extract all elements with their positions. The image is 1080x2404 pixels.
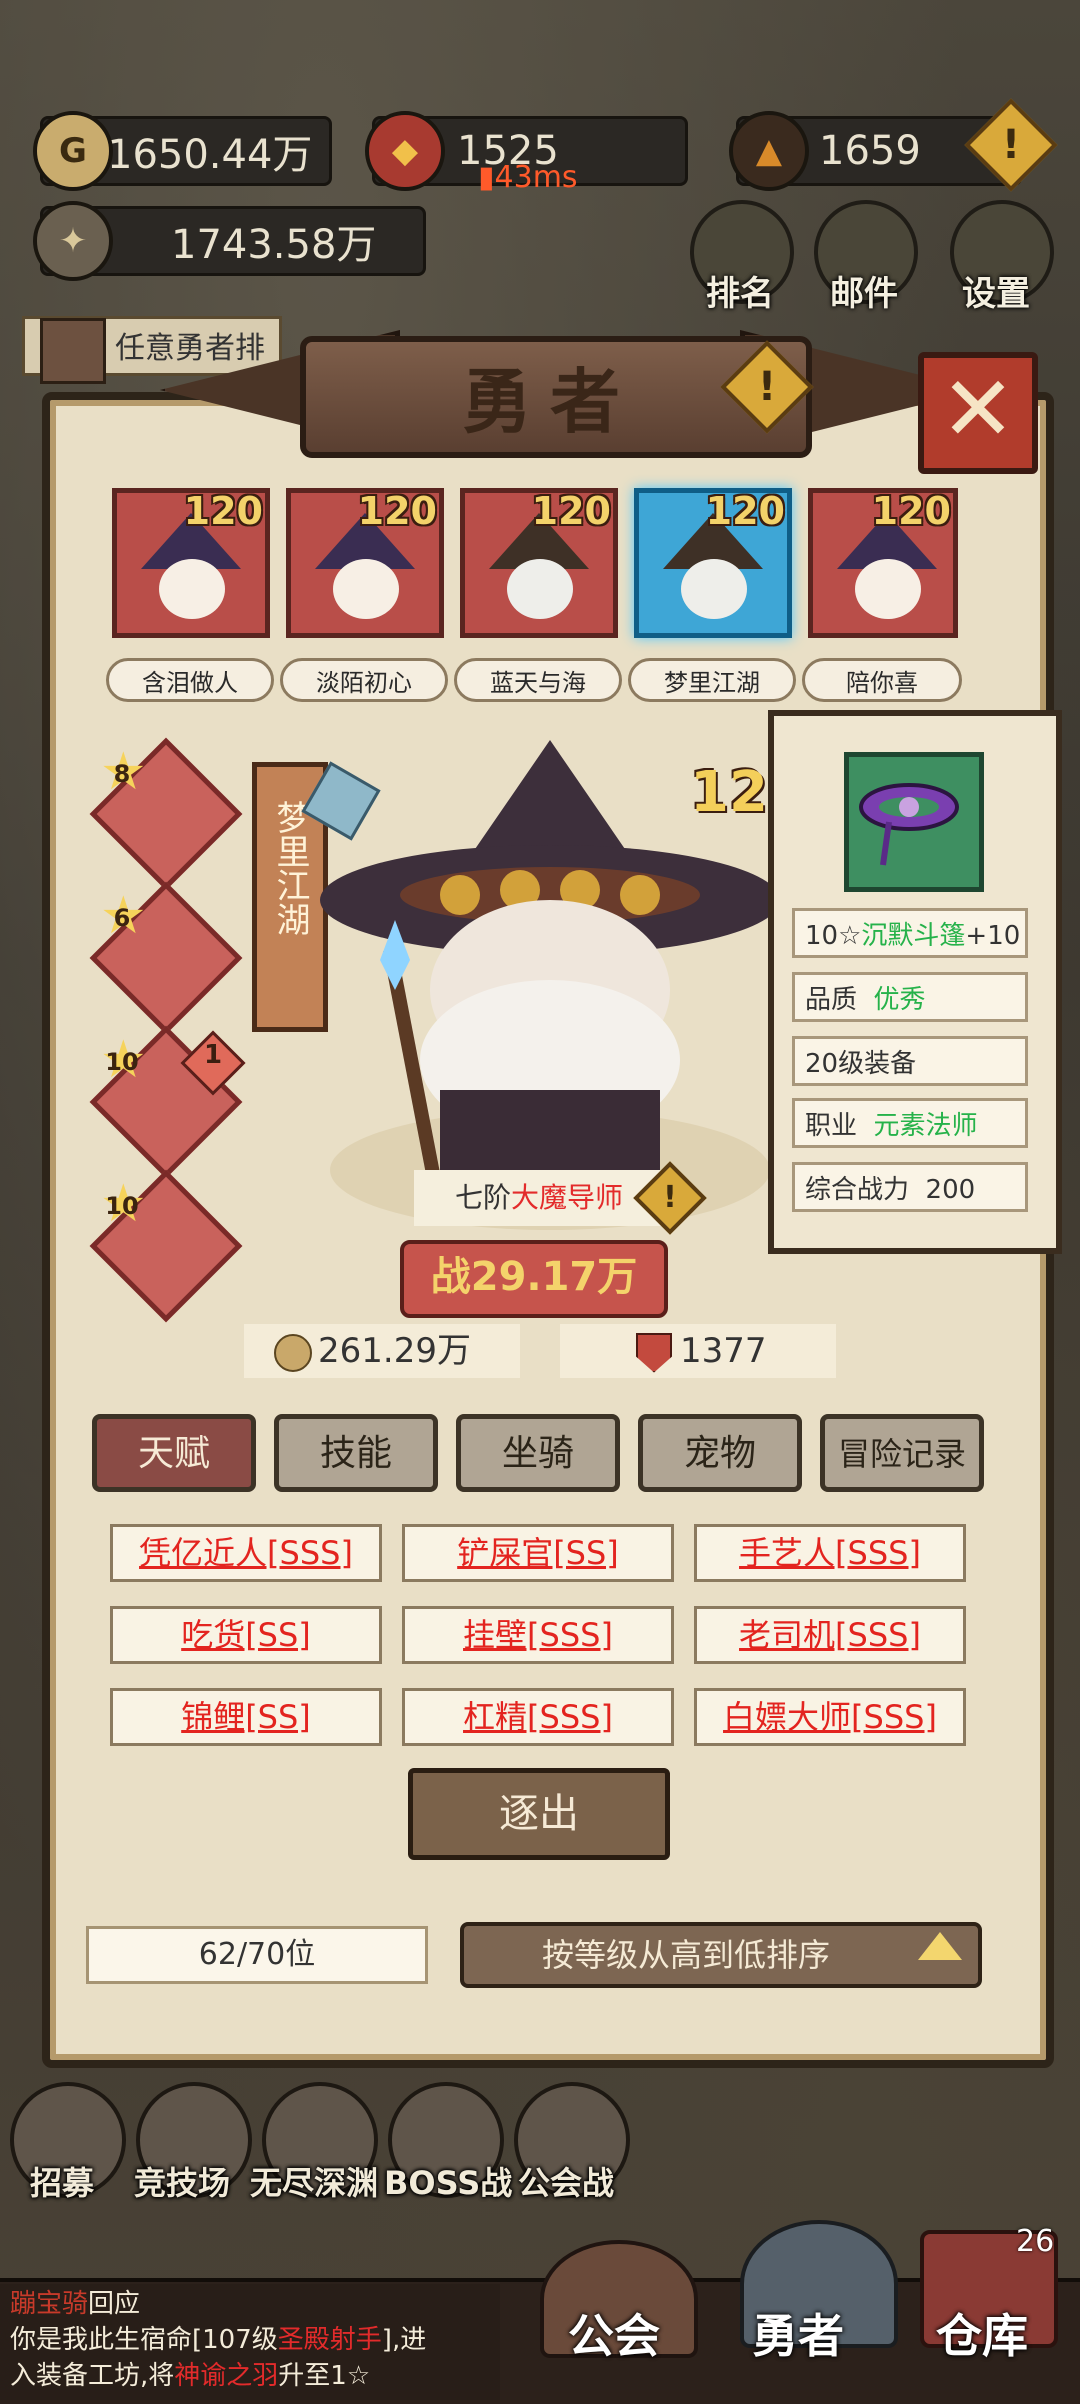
hero-name[interactable]: 淡陌初心 — [280, 658, 448, 702]
equip-stars: 6 — [113, 904, 131, 932]
sword-shield-icon — [40, 318, 106, 384]
selected-hero-level: 12 — [690, 760, 768, 825]
trait-item[interactable]: 锦鲤[SS] — [110, 1688, 382, 1746]
recruit-label[interactable]: 招募 — [30, 2158, 94, 2204]
trait-item[interactable]: 杠精[SSS] — [402, 1688, 674, 1746]
mail-label[interactable]: 邮件 — [830, 266, 898, 315]
item-level: 20级装备 — [792, 1036, 1028, 1086]
expel-button[interactable]: 逐出 — [408, 1768, 670, 1860]
belt-icon — [859, 783, 959, 866]
tab-skill[interactable]: 技能 — [274, 1414, 438, 1492]
chat-message[interactable]: 蹦宝骑回应 你是我此生宿命[107级圣殿射手],进 入装备工坊,将神谕之羽升至1… — [0, 2284, 500, 2400]
hero-card[interactable]: 120 — [808, 488, 958, 638]
trait-item[interactable]: 挂壁[SSS] — [402, 1606, 674, 1664]
item-quality: 品质 优秀 — [792, 972, 1028, 1022]
laurel-icon: ✦ — [33, 201, 113, 281]
hero-honor-stat: 1377 — [560, 1324, 836, 1378]
hero-card[interactable]: 120 — [112, 488, 270, 638]
ping-indicator: ▮43ms — [478, 160, 578, 195]
trait-item[interactable]: 凭亿近人[SSS] — [110, 1524, 382, 1582]
trait-item[interactable]: 白嫖大师[SSS] — [694, 1688, 966, 1746]
hero-portrait — [681, 559, 747, 619]
total-power-bar: ✦ 1743.58万 — [33, 201, 426, 281]
signal-icon: ▮ — [478, 160, 495, 195]
hero-level: 120 — [871, 489, 951, 533]
hero-gold-stat: 261.29万 — [244, 1324, 520, 1378]
hero-name[interactable]: 蓝天与海 — [454, 658, 622, 702]
upgrade-badge-count: 1 — [203, 1040, 223, 1070]
hero-portrait — [159, 559, 225, 619]
hero-name-vertical: 梦里江湖 — [270, 800, 310, 936]
equip-stars: 10 — [105, 1192, 139, 1220]
nav-warehouse[interactable]: 仓库 — [936, 2300, 1028, 2366]
boss-label[interactable]: BOSS战 — [384, 2158, 512, 2204]
tab-adventure-log[interactable]: 冒险记录 — [820, 1414, 984, 1492]
hero-level: 120 — [705, 489, 785, 533]
arrow-up-icon — [918, 1932, 962, 1960]
hero-rank: 七阶大魔导师 — [414, 1170, 664, 1226]
rank-label[interactable]: 排名 — [706, 266, 774, 315]
trait-item[interactable]: 铲屎官[SS] — [402, 1524, 674, 1582]
settings-label[interactable]: 设置 — [962, 266, 1030, 315]
hero-card[interactable]: 120 — [460, 488, 618, 638]
hero-name[interactable]: 梦里江湖 — [628, 658, 796, 702]
hero-card[interactable]: 120 — [286, 488, 444, 638]
warehouse-badge: 26 — [1016, 2224, 1055, 2259]
hero-level: 120 — [357, 489, 437, 533]
tab-talent[interactable]: 天赋 — [92, 1414, 256, 1492]
nav-hero[interactable]: 勇者 — [752, 2300, 844, 2366]
gold-bar: G 1650.44万 — [33, 111, 332, 191]
hero-name[interactable]: 含泪做人 — [106, 658, 274, 702]
orb-amount: 1659 — [819, 128, 921, 174]
item-name: 10☆沉默斗篷+10 — [792, 908, 1028, 958]
hero-portrait — [855, 559, 921, 619]
panel-title: 勇者 — [462, 360, 638, 443]
hero-level: 120 — [183, 489, 263, 533]
item-icon — [844, 752, 984, 892]
equip-stars: 8 — [113, 760, 131, 788]
trait-item[interactable]: 手艺人[SSS] — [694, 1524, 966, 1582]
item-power: 综合战力 200 — [792, 1162, 1028, 1212]
close-button[interactable]: ✕ — [918, 352, 1038, 474]
tab-mount[interactable]: 坐骑 — [456, 1414, 620, 1492]
coin-icon — [274, 1333, 312, 1372]
trait-item[interactable]: 老司机[SSS] — [694, 1606, 966, 1664]
hero-card-selected[interactable]: 120 — [634, 488, 792, 638]
gold-coin-icon: G — [33, 111, 113, 191]
hero-level: 120 — [531, 489, 611, 533]
crest-icon: ◆ — [365, 111, 445, 191]
shield-icon — [636, 1332, 672, 1373]
gold-amount: 1650.44万 — [107, 132, 313, 178]
hero-portrait — [507, 559, 573, 619]
sort-button[interactable]: 按等级从高到低排序 — [460, 1922, 982, 1988]
abyss-label[interactable]: 无尽深渊 — [250, 2158, 378, 2204]
hero-count: 62/70位 — [86, 1926, 428, 1984]
tab-pet[interactable]: 宠物 — [638, 1414, 802, 1492]
total-power: 1743.58万 — [171, 222, 377, 268]
item-class: 职业 元素法师 — [792, 1098, 1028, 1148]
hero-power: 战29.17万 — [400, 1240, 668, 1318]
equip-stars: 10 — [105, 1048, 139, 1076]
nav-guild[interactable]: 公会 — [568, 2300, 660, 2366]
guild-war-label[interactable]: 公会战 — [518, 2158, 614, 2204]
hero-name[interactable]: 陪你喜 — [802, 658, 962, 702]
fire-orb-icon: ▲ — [729, 111, 809, 191]
arena-label[interactable]: 竞技场 — [134, 2158, 230, 2204]
hero-portrait — [333, 559, 399, 619]
trait-item[interactable]: 吃货[SS] — [110, 1606, 382, 1664]
